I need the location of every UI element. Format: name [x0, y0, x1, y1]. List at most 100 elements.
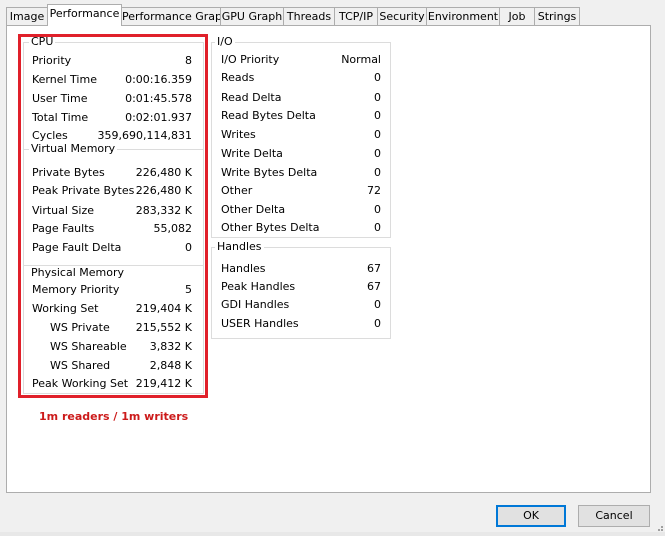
physical-memory-title: Physical Memory	[29, 266, 126, 280]
cpu-user-time-row: User Time 0:01:45.578	[32, 91, 192, 107]
cpu-total-time-label: Total Time	[32, 111, 89, 124]
read-bytes-delta-label: Read Bytes Delta	[221, 109, 316, 122]
reads-row: Reads 0	[221, 70, 381, 86]
memory-priority-row: Memory Priority 5	[32, 282, 192, 298]
user-handles-value: 0	[374, 317, 381, 330]
cpu-total-time-row: Total Time 0:02:01.937	[32, 110, 192, 126]
cpu-user-time-value: 0:01:45.578	[125, 92, 192, 105]
ws-shared-value: 2,848 K	[149, 359, 192, 372]
gdi-handles-row: GDI Handles 0	[221, 297, 381, 313]
ok-button[interactable]: OK	[496, 505, 566, 527]
peak-handles-label: Peak Handles	[221, 280, 296, 293]
other-delta-row: Other Delta 0	[221, 202, 381, 218]
write-delta-value: 0	[374, 147, 381, 160]
page-fault-delta-row: Page Fault Delta 0	[32, 240, 192, 256]
private-bytes-label: Private Bytes	[32, 166, 105, 179]
cpu-kernel-time-label: Kernel Time	[32, 73, 97, 86]
peak-handles-row: Peak Handles 67	[221, 279, 381, 295]
virtual-memory-title: Virtual Memory	[29, 142, 118, 156]
tab-performance[interactable]: Performance	[47, 4, 122, 26]
tab-environment[interactable]: Environment	[426, 7, 500, 25]
writes-value: 0	[374, 128, 381, 141]
other-label: Other	[221, 184, 253, 197]
write-bytes-delta-label: Write Bytes Delta	[221, 166, 318, 179]
page-faults-label: Page Faults	[32, 222, 95, 235]
writes-label: Writes	[221, 128, 256, 141]
virtual-size-label: Virtual Size	[32, 204, 95, 217]
peak-working-set-label: Peak Working Set	[32, 377, 129, 390]
handles-group-title: Handles	[215, 240, 264, 254]
user-handles-label: USER Handles	[221, 317, 299, 330]
virtual-size-value: 283,332 K	[135, 204, 192, 217]
peak-working-set-value: 219,412 K	[135, 377, 192, 390]
other-bytes-delta-value: 0	[374, 221, 381, 234]
other-delta-label: Other Delta	[221, 203, 286, 216]
reads-label: Reads	[221, 71, 255, 84]
peak-working-set-row: Peak Working Set 219,412 K	[32, 376, 192, 392]
other-value: 72	[367, 184, 381, 197]
handles-value: 67	[367, 262, 381, 275]
page-fault-delta-label: Page Fault Delta	[32, 241, 122, 254]
other-bytes-delta-row: Other Bytes Delta 0	[221, 220, 381, 236]
ws-shared-label: WS Shared	[50, 359, 111, 372]
peak-private-bytes-label: Peak Private Bytes	[32, 184, 135, 197]
write-bytes-delta-row: Write Bytes Delta 0	[221, 165, 381, 181]
cpu-total-time-value: 0:02:01.937	[125, 111, 192, 124]
tab-strings[interactable]: Strings	[534, 7, 580, 25]
write-delta-label: Write Delta	[221, 147, 283, 160]
write-delta-row: Write Delta 0	[221, 146, 381, 162]
ws-shareable-row: WS Shareable 3,832 K	[32, 339, 192, 355]
cpu-priority-row: Priority 8	[32, 53, 192, 69]
gdi-handles-label: GDI Handles	[221, 298, 290, 311]
page-fault-delta-value: 0	[185, 241, 192, 254]
other-delta-value: 0	[374, 203, 381, 216]
cancel-button[interactable]: Cancel	[578, 505, 650, 527]
cpu-kernel-time-value: 0:00:16.359	[125, 73, 192, 86]
working-set-label: Working Set	[32, 302, 99, 315]
tab-image[interactable]: Image	[6, 7, 48, 25]
underlying-window-edge	[0, 532, 665, 536]
cpu-user-time-label: User Time	[32, 92, 88, 105]
other-bytes-delta-label: Other Bytes Delta	[221, 221, 320, 234]
gdi-handles-value: 0	[374, 298, 381, 311]
tab-tcpip[interactable]: TCP/IP	[334, 7, 378, 25]
io-priority-value: Normal	[341, 53, 381, 66]
cpu-kernel-time-row: Kernel Time 0:00:16.359	[32, 72, 192, 88]
handles-label: Handles	[221, 262, 266, 275]
cpu-priority-value: 8	[185, 54, 192, 67]
working-set-row: Working Set 219,404 K	[32, 301, 192, 317]
tab-job[interactable]: Job	[499, 7, 535, 25]
tab-security[interactable]: Security	[377, 7, 427, 25]
user-handles-row: USER Handles 0	[221, 316, 381, 332]
cpu-group-title: CPU	[29, 35, 56, 49]
peak-private-bytes-row: Peak Private Bytes 226,480 K	[32, 183, 192, 199]
private-bytes-row: Private Bytes 226,480 K	[32, 165, 192, 181]
handles-group: Handles Handles 67 Peak Handles 67 GDI H…	[211, 240, 391, 339]
read-delta-label: Read Delta	[221, 91, 282, 104]
io-priority-label: I/O Priority	[221, 53, 280, 66]
io-priority-row: I/O Priority Normal	[221, 52, 381, 68]
annotation-note: 1m readers / 1m writers	[39, 410, 189, 423]
ws-shareable-value: 3,832 K	[149, 340, 192, 353]
ws-shared-row: WS Shared 2,848 K	[32, 358, 192, 374]
io-group-title: I/O	[215, 35, 235, 49]
virtual-size-row: Virtual Size 283,332 K	[32, 203, 192, 219]
working-set-value: 219,404 K	[135, 302, 192, 315]
read-delta-value: 0	[374, 91, 381, 104]
memory-priority-label: Memory Priority	[32, 283, 120, 296]
tab-gpu-graph[interactable]: GPU Graph	[220, 7, 284, 25]
read-bytes-delta-value: 0	[374, 109, 381, 122]
tab-performance-graph[interactable]: Performance Graph	[121, 7, 229, 25]
ws-private-label: WS Private	[50, 321, 110, 334]
memory-priority-value: 5	[185, 283, 192, 296]
tab-threads[interactable]: Threads	[283, 7, 335, 25]
left-column-group: CPU Priority 8 Kernel Time 0:00:16.359 U…	[23, 35, 204, 394]
write-bytes-delta-value: 0	[374, 166, 381, 179]
page-faults-value: 55,082	[153, 222, 193, 235]
cpu-priority-label: Priority	[32, 54, 72, 67]
other-row: Other 72	[221, 183, 381, 199]
read-delta-row: Read Delta 0	[221, 90, 381, 106]
handles-row: Handles 67	[221, 261, 381, 277]
private-bytes-value: 226,480 K	[135, 166, 192, 179]
page-faults-row: Page Faults 55,082	[32, 221, 192, 237]
